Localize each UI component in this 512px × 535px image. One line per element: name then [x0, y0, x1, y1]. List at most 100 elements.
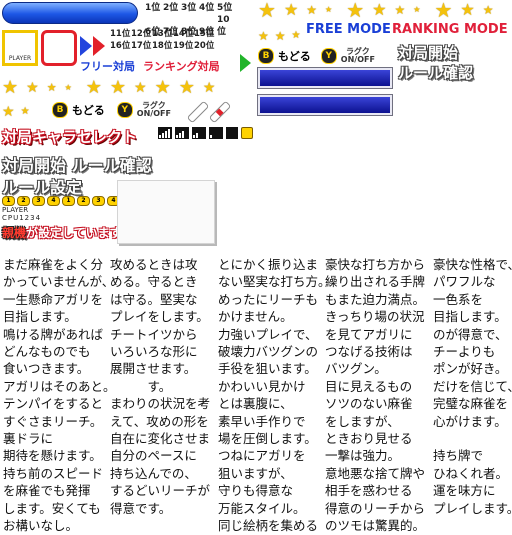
description-line: ときおり見せる: [325, 431, 413, 447]
description-line: プレイします。: [433, 500, 512, 516]
description-line: 運を味方に: [433, 483, 496, 499]
star-icon: ★: [283, 0, 299, 19]
touch-toggle-bottom: ON/OFF: [340, 55, 375, 64]
back-button[interactable]: もどる: [278, 48, 311, 64]
back-button[interactable]: もどる: [72, 102, 105, 118]
b-button-icon[interactable]: B: [258, 48, 274, 64]
description-column-1: まだ麻雀をよく分 かっていませんが、 一生懸命アガリを 目指します。 鳴ける牌があればど…: [3, 256, 116, 535]
rank-labels-lower: 11位12位13位14位15位 16位17位18位19位20位: [110, 28, 215, 52]
touch-toggle-label[interactable]: ラグク ON/OFF: [341, 48, 375, 64]
description-line: とは裏腹に、: [218, 396, 293, 412]
description-line: のツモは驚異的。: [325, 518, 426, 534]
description-line: とにかく振り込ま: [218, 257, 319, 272]
description-line: 豪快な打ち方から: [325, 257, 426, 272]
star-icon: ★: [394, 3, 406, 17]
rank-label: 12位: [131, 29, 152, 39]
rank-label: 10位: [217, 15, 230, 37]
description-line: プレイをします。: [110, 309, 209, 325]
star-icon: ★: [346, 0, 365, 22]
description-line: 同じ絵柄を集める: [218, 518, 319, 534]
rank-label: 5位: [217, 3, 233, 13]
preview-card: [117, 180, 215, 244]
arrow-right-icon[interactable]: [80, 36, 92, 56]
description-line: 自分のペースに: [110, 448, 197, 464]
star-icon: ★: [154, 77, 171, 98]
description-line: すぐさまリーチ。: [3, 413, 103, 429]
host-notice: 親機が設定しています: [2, 224, 122, 241]
description-line: [433, 430, 512, 447]
rank-label: 17位: [131, 41, 152, 51]
menu-option-bar[interactable]: [257, 94, 393, 116]
star-strip-small: ★ ★ ★: [258, 28, 301, 44]
description-line: 鳴ける牌があれば: [3, 326, 104, 342]
description-line: 繰り出される手牌: [325, 274, 426, 290]
description-line: [433, 517, 512, 534]
number-badge: 3: [32, 196, 45, 206]
y-button-icon[interactable]: Y: [116, 102, 133, 118]
description-line: つねにアガリを: [218, 448, 306, 464]
battery-icon: [226, 127, 238, 139]
description-line: テンパイをすると: [3, 396, 104, 412]
star-icon: ★: [134, 80, 147, 96]
description-line: お構いなし。: [3, 518, 79, 534]
description-line: 得意のリーチから: [325, 500, 426, 516]
description-line: 持ち牌で: [433, 448, 484, 464]
touch-toggle-bottom: ON/OFF: [136, 109, 171, 118]
description-line: 素早い手作りで: [218, 413, 306, 429]
host-notice-text: が設定しています: [26, 226, 122, 240]
star-icon: ★: [2, 104, 15, 120]
menu-option-bar[interactable]: [257, 67, 393, 89]
description-line: ない堅実な打ち方。: [218, 274, 331, 290]
star-icon: ★: [64, 83, 72, 92]
description-line: パワフルな: [433, 274, 496, 290]
header-line: 対局開始 ルール確認: [2, 156, 152, 175]
description-line: きっちり場の状況: [325, 309, 425, 325]
description-line: す。: [110, 378, 172, 394]
description-line: どんなものでも: [3, 344, 91, 360]
description-line: を麻雀でも発揮: [3, 483, 91, 499]
description-line: つなげる技術は: [325, 344, 413, 360]
player-small-label: PLAYER: [2, 206, 29, 214]
star-icon: ★: [109, 77, 127, 98]
char-select-title: 対局キャラセレクト: [2, 128, 138, 146]
description-line: だけを信じて、: [433, 378, 512, 394]
star-icon: ★: [291, 30, 301, 41]
signal-icon: [209, 127, 223, 139]
star-icon: ★: [26, 80, 39, 96]
star-icon: ★: [258, 0, 276, 22]
stick-icon: [208, 100, 232, 124]
description-line: ポンが好き。: [433, 361, 508, 377]
description-line: アガリはそのあと。: [3, 378, 116, 394]
face-icon: [241, 127, 253, 139]
description-line: 裏ドラに: [3, 431, 54, 447]
star-icon: ★: [20, 106, 30, 117]
description-line: 期待を懸けます。: [3, 448, 102, 464]
number-badge: 1: [62, 196, 75, 206]
rank-label: 15位: [194, 29, 215, 39]
b-button-icon[interactable]: B: [52, 102, 68, 118]
y-button-icon[interactable]: Y: [320, 48, 337, 64]
player-frame-label: PLAYER: [8, 55, 32, 62]
arrow-right-icon[interactable]: [93, 36, 105, 56]
menu-rules-title: ルール確認: [398, 64, 474, 82]
description-column-5: 豪快な性格で、 パワフルな 一色系を 目指します。 のが得意で、 チーよりも ポンが好き。だ…: [433, 256, 512, 535]
touch-toggle-label[interactable]: ラグク ON/OFF: [137, 102, 171, 118]
cursor-arrow-icon: [240, 54, 251, 72]
rank-row-3: 11位12位13位14位15位: [110, 28, 215, 40]
tab-ranking-match[interactable]: ランキング対局: [143, 58, 220, 74]
cpu-small-label: CPU1234: [2, 214, 42, 222]
description-line: もまた迫力満点。: [325, 291, 426, 307]
description-line: 場を圧倒します。: [218, 431, 317, 447]
star-icon: ★: [482, 3, 494, 17]
rank-row-4: 16位17位18位19位20位: [110, 40, 215, 52]
description-column-4: 豪快な打ち方から 繰り出される手牌 もまた迫力満点。 きっちり場の状況 を見てアガリにつ…: [325, 256, 425, 535]
description-line: 万能スタイル。: [218, 500, 306, 516]
free-mode-label: FREE MODE: [306, 22, 391, 37]
description-line: 持ち込んでの、: [110, 465, 197, 481]
description-line: 展開させます。: [110, 361, 197, 377]
star-icon: ★: [85, 77, 102, 98]
stick-mark: [215, 108, 224, 117]
tab-free-match[interactable]: フリー対局: [80, 58, 135, 74]
player-frame-red: [41, 30, 77, 66]
description-line: チートイツから: [110, 326, 198, 342]
